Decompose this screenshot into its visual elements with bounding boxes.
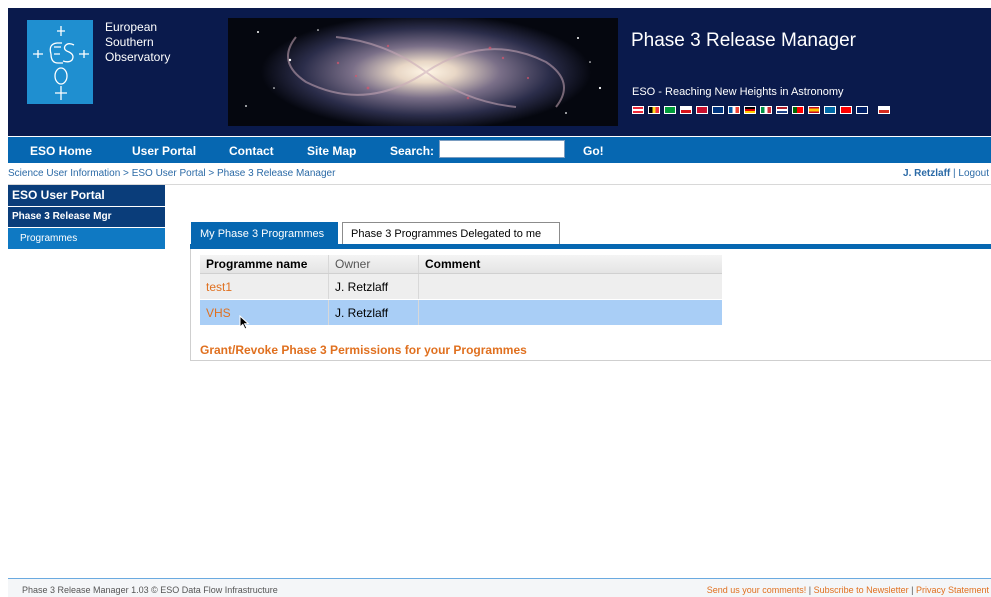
org-line: Southern bbox=[105, 35, 154, 49]
user-links: J. Retzlaff | Logout bbox=[903, 168, 989, 179]
breadcrumb-item[interactable]: ESO User Portal bbox=[132, 168, 206, 179]
column-header-comment[interactable]: Comment bbox=[418, 255, 722, 274]
app-title: Phase 3 Release Manager bbox=[631, 30, 856, 51]
nav-user-portal[interactable]: User Portal bbox=[132, 144, 196, 158]
flag-icon[interactable] bbox=[680, 106, 692, 114]
flag-icon[interactable] bbox=[792, 106, 804, 114]
newsletter-link[interactable]: Subscribe to Newsletter bbox=[814, 585, 909, 595]
grant-revoke-permissions-link[interactable]: Grant/Revoke Phase 3 Permissions for you… bbox=[200, 343, 527, 357]
flag-icon[interactable] bbox=[728, 106, 740, 114]
flag-icon[interactable] bbox=[648, 106, 660, 114]
sidebar-item-programmes[interactable]: Programmes bbox=[8, 228, 165, 249]
flag-icon[interactable] bbox=[696, 106, 708, 114]
breadcrumb: Science User Information > ESO User Port… bbox=[8, 168, 335, 179]
nav-contact[interactable]: Contact bbox=[229, 144, 274, 158]
site-footer: Phase 3 Release Manager 1.03 © ESO Data … bbox=[8, 578, 991, 597]
flag-icon[interactable] bbox=[856, 106, 868, 114]
org-line: Observatory bbox=[105, 50, 171, 64]
main-navigation: ESO Home User Portal Contact Site Map Se… bbox=[8, 137, 991, 163]
breadcrumb-bar: Science User Information > ESO User Port… bbox=[8, 163, 991, 185]
breadcrumb-item[interactable]: Science User Information bbox=[8, 168, 120, 179]
sidebar-item-eso-user-portal[interactable]: ESO User Portal bbox=[8, 185, 165, 206]
programme-link[interactable]: VHS bbox=[206, 306, 231, 320]
flag-icon[interactable] bbox=[878, 106, 890, 114]
owner-cell: J. Retzlaff bbox=[328, 273, 419, 300]
table-row[interactable]: VHS J. Retzlaff bbox=[200, 299, 722, 325]
programme-name-cell: test1 bbox=[200, 273, 329, 300]
breadcrumb-separator: > bbox=[205, 168, 218, 179]
comment-cell bbox=[418, 299, 722, 325]
tab-panel: Programme name Owner Comment test1 J. Re… bbox=[190, 249, 991, 361]
main-content: My Phase 3 Programmes Phase 3 Programmes… bbox=[190, 222, 991, 361]
programme-name-cell: VHS bbox=[200, 299, 329, 325]
column-header-owner[interactable]: Owner bbox=[328, 255, 419, 274]
search-go-button[interactable]: Go! bbox=[583, 144, 604, 158]
search-input[interactable] bbox=[439, 140, 565, 158]
breadcrumb-item[interactable]: Phase 3 Release Manager bbox=[217, 168, 335, 179]
owner-cell: J. Retzlaff bbox=[328, 299, 419, 325]
organization-name: European Southern Observatory bbox=[105, 20, 170, 65]
footer-version: Phase 3 Release Manager 1.03 © ESO Data … bbox=[22, 585, 278, 595]
breadcrumb-separator: > bbox=[120, 168, 132, 179]
tagline: ESO - Reaching New Heights in Astronomy bbox=[632, 86, 844, 98]
column-header-programme-name[interactable]: Programme name bbox=[200, 255, 329, 274]
programmes-table: Programme name Owner Comment test1 J. Re… bbox=[200, 255, 722, 325]
flag-icon[interactable] bbox=[840, 106, 852, 114]
org-line: European bbox=[105, 20, 158, 34]
flag-icon[interactable] bbox=[744, 106, 756, 114]
flag-icon[interactable] bbox=[712, 106, 724, 114]
footer-separator: | bbox=[806, 585, 814, 595]
footer-links: Send us your comments! | Subscribe to Ne… bbox=[707, 585, 989, 595]
nav-site-map[interactable]: Site Map bbox=[307, 144, 356, 158]
sidebar-item-phase3-release-mgr[interactable]: Phase 3 Release Mgr bbox=[8, 207, 165, 227]
comment-cell bbox=[418, 273, 722, 300]
footer-separator: | bbox=[908, 585, 916, 595]
mouse-cursor-icon bbox=[239, 315, 250, 330]
table-header-row: Programme name Owner Comment bbox=[200, 255, 722, 274]
site-header: European Southern Observatory Phase 3 Re… bbox=[8, 8, 991, 136]
sidebar: ESO User Portal Phase 3 Release Mgr Prog… bbox=[8, 185, 165, 249]
galaxy-banner-image bbox=[228, 18, 618, 126]
flag-icon[interactable] bbox=[776, 106, 788, 114]
tab-my-phase3-programmes[interactable]: My Phase 3 Programmes bbox=[191, 222, 338, 244]
flag-icon[interactable] bbox=[824, 106, 836, 114]
eso-logo-icon[interactable] bbox=[27, 20, 93, 104]
feedback-link[interactable]: Send us your comments! bbox=[707, 585, 807, 595]
search-label: Search: bbox=[390, 144, 435, 158]
flag-icon[interactable] bbox=[760, 106, 772, 114]
programme-link[interactable]: test1 bbox=[206, 280, 232, 294]
nav-eso-home[interactable]: ESO Home bbox=[30, 144, 92, 158]
flag-icon[interactable] bbox=[664, 106, 676, 114]
privacy-statement-link[interactable]: Privacy Statement bbox=[916, 585, 989, 595]
user-name-link[interactable]: J. Retzlaff bbox=[903, 168, 950, 179]
logout-link[interactable]: Logout bbox=[958, 168, 989, 179]
table-row[interactable]: test1 J. Retzlaff bbox=[200, 273, 722, 300]
tab-delegated-programmes[interactable]: Phase 3 Programmes Delegated to me bbox=[342, 222, 560, 244]
flag-icon[interactable] bbox=[808, 106, 820, 114]
flag-icon[interactable] bbox=[632, 106, 644, 114]
